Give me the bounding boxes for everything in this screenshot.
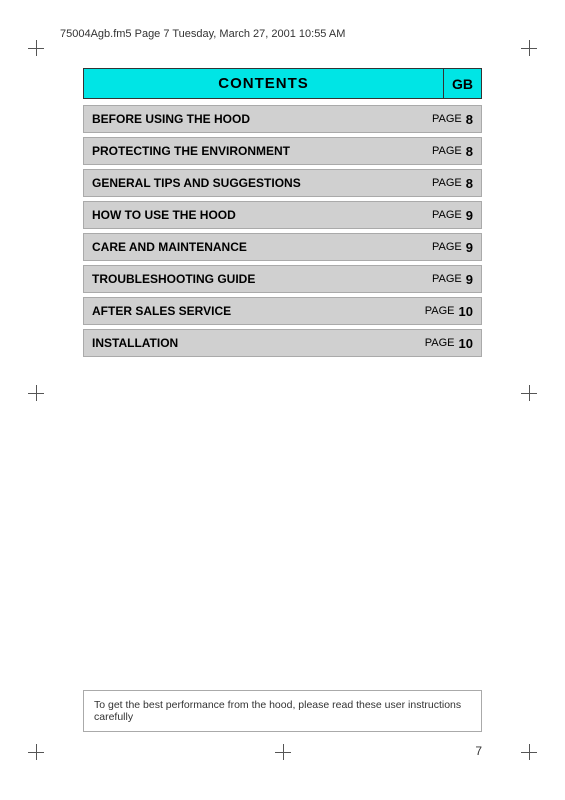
toc-row[interactable]: PROTECTING THE ENVIRONMENT PAGE 8	[83, 137, 482, 165]
toc-row[interactable]: CARE AND MAINTENANCE PAGE 9	[83, 233, 482, 261]
toc-page-5: PAGE 9	[409, 266, 481, 292]
crosshair-mid-left	[28, 385, 44, 401]
contents-header: CONTENTS GB	[83, 68, 482, 99]
header-filename: 75004Agb.fm5 Page 7 Tuesday, March 27, 2…	[60, 28, 505, 40]
page-number: 7	[475, 744, 482, 758]
toc-page-6: PAGE 10	[409, 298, 481, 324]
bottom-note: To get the best performance from the hoo…	[83, 690, 482, 732]
toc-row[interactable]: TROUBLESHOOTING GUIDE PAGE 9	[83, 265, 482, 293]
crosshair-top-left	[28, 40, 44, 56]
crosshair-bottom-left	[28, 744, 44, 760]
toc-label-0: BEFORE USING THE HOOD	[84, 106, 409, 132]
contents-gb: GB	[443, 68, 482, 99]
main-content: CONTENTS GB BEFORE USING THE HOOD PAGE 8…	[83, 68, 482, 361]
toc-page-2: PAGE 8	[409, 170, 481, 196]
toc-label-7: INSTALLATION	[84, 330, 409, 356]
toc-page-4: PAGE 9	[409, 234, 481, 260]
toc-label-5: TROUBLESHOOTING GUIDE	[84, 266, 409, 292]
crosshair-bottom-mid	[275, 744, 291, 760]
toc-label-1: PROTECTING THE ENVIRONMENT	[84, 138, 409, 164]
crosshair-bottom-right	[521, 744, 537, 760]
toc-label-6: AFTER SALES SERVICE	[84, 298, 409, 324]
toc-page-7: PAGE 10	[409, 330, 481, 356]
crosshair-mid-right	[521, 385, 537, 401]
toc-page-0: PAGE 8	[409, 106, 481, 132]
toc-page-3: PAGE 9	[409, 202, 481, 228]
toc-row[interactable]: INSTALLATION PAGE 10	[83, 329, 482, 357]
toc-row[interactable]: HOW TO USE THE HOOD PAGE 9	[83, 201, 482, 229]
toc-row[interactable]: AFTER SALES SERVICE PAGE 10	[83, 297, 482, 325]
toc-label-3: HOW TO USE THE HOOD	[84, 202, 409, 228]
toc-label-2: GENERAL TIPS AND SUGGESTIONS	[84, 170, 409, 196]
toc-row[interactable]: BEFORE USING THE HOOD PAGE 8	[83, 105, 482, 133]
crosshair-top-right	[521, 40, 537, 56]
contents-title: CONTENTS	[83, 68, 443, 99]
toc-row[interactable]: GENERAL TIPS AND SUGGESTIONS PAGE 8	[83, 169, 482, 197]
page-container: 75004Agb.fm5 Page 7 Tuesday, March 27, 2…	[0, 0, 565, 800]
toc-page-1: PAGE 8	[409, 138, 481, 164]
toc-label-4: CARE AND MAINTENANCE	[84, 234, 409, 260]
